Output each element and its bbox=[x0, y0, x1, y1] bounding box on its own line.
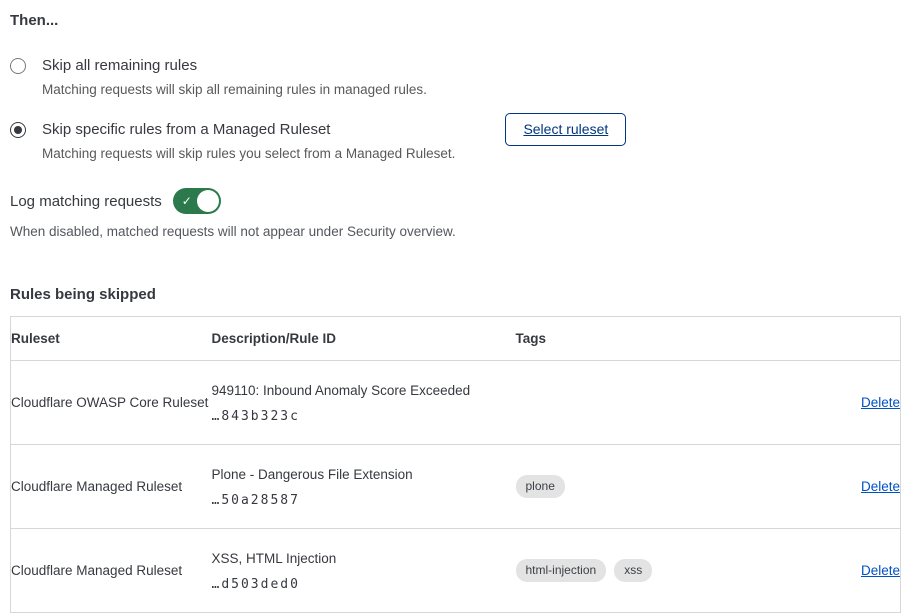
log-matching-requests-label: Log matching requests bbox=[10, 193, 162, 210]
action-cell: Delete bbox=[801, 529, 901, 613]
table-row: Cloudflare OWASP Core Ruleset 949110: In… bbox=[11, 361, 901, 445]
toggle-check-icon: ✓ bbox=[182, 193, 192, 209]
action-cell: Delete bbox=[801, 445, 901, 529]
skip-specific-label: Skip specific rules from a Managed Rules… bbox=[42, 120, 455, 140]
rules-table-body: Cloudflare OWASP Core Ruleset 949110: In… bbox=[11, 361, 901, 613]
log-matching-requests-description: When disabled, matched requests will not… bbox=[10, 223, 900, 241]
column-header-description-rule-id: Description/Rule ID bbox=[212, 317, 516, 361]
option-skip-all-remaining: Skip all remaining rules Matching reques… bbox=[10, 56, 900, 99]
rule-id: …50a28587 bbox=[212, 493, 516, 508]
tags-cell bbox=[516, 361, 801, 445]
tag-badge: xss bbox=[614, 559, 652, 582]
tags-cell: html-injection xss bbox=[516, 529, 801, 613]
table-row: Cloudflare Managed Ruleset XSS, HTML Inj… bbox=[11, 529, 901, 613]
action-cell: Delete bbox=[801, 361, 901, 445]
column-header-ruleset: Ruleset bbox=[11, 317, 212, 361]
toggle-knob bbox=[197, 190, 219, 212]
delete-link[interactable]: Delete bbox=[861, 563, 900, 578]
option-skip-specific: Skip specific rules from a Managed Rules… bbox=[10, 120, 900, 163]
column-header-tags: Tags bbox=[516, 317, 801, 361]
tags-cell: plone bbox=[516, 445, 801, 529]
skip-all-remaining-description: Matching requests will skip all remainin… bbox=[42, 81, 427, 99]
ruleset-cell: Cloudflare Managed Ruleset bbox=[11, 529, 212, 613]
skip-all-remaining-label: Skip all remaining rules bbox=[42, 56, 427, 76]
rules-being-skipped-heading: Rules being skipped bbox=[10, 286, 900, 303]
rule-description: 949110: Inbound Anomaly Score Exceeded bbox=[212, 382, 516, 400]
delete-link[interactable]: Delete bbox=[861, 395, 900, 410]
then-options: Skip all remaining rules Matching reques… bbox=[10, 56, 900, 163]
skip-specific-description: Matching requests will skip rules you se… bbox=[42, 145, 455, 163]
log-matching-requests-toggle[interactable]: ✓ bbox=[173, 188, 221, 214]
rule-description: Plone - Dangerous File Extension bbox=[212, 466, 516, 484]
delete-link[interactable]: Delete bbox=[861, 479, 900, 494]
table-row: Cloudflare Managed Ruleset Plone - Dange… bbox=[11, 445, 901, 529]
skip-rule-config-panel: Then... Skip all remaining rules Matchin… bbox=[0, 0, 911, 613]
rules-being-skipped-table: Ruleset Description/Rule ID Tags Cloudfl… bbox=[10, 316, 901, 613]
ruleset-cell: Cloudflare OWASP Core Ruleset bbox=[11, 361, 212, 445]
rule-id: …d503ded0 bbox=[212, 577, 516, 592]
skip-all-remaining-radio[interactable] bbox=[10, 58, 26, 74]
ruleset-cell: Cloudflare Managed Ruleset bbox=[11, 445, 212, 529]
log-matching-requests-row: Log matching requests ✓ bbox=[10, 188, 900, 214]
description-cell: XSS, HTML Injection …d503ded0 bbox=[212, 529, 516, 613]
skip-specific-radio[interactable] bbox=[10, 122, 26, 138]
table-header-row: Ruleset Description/Rule ID Tags bbox=[11, 317, 901, 361]
rule-id: …843b323c bbox=[212, 409, 516, 424]
select-ruleset-button[interactable]: Select ruleset bbox=[505, 113, 626, 146]
rule-description: XSS, HTML Injection bbox=[212, 550, 516, 568]
column-header-action bbox=[801, 317, 901, 361]
tag-badge: html-injection bbox=[516, 559, 607, 582]
tag-badge: plone bbox=[516, 475, 565, 498]
description-cell: 949110: Inbound Anomaly Score Exceeded …… bbox=[212, 361, 516, 445]
description-cell: Plone - Dangerous File Extension …50a285… bbox=[212, 445, 516, 529]
then-heading: Then... bbox=[10, 12, 900, 29]
